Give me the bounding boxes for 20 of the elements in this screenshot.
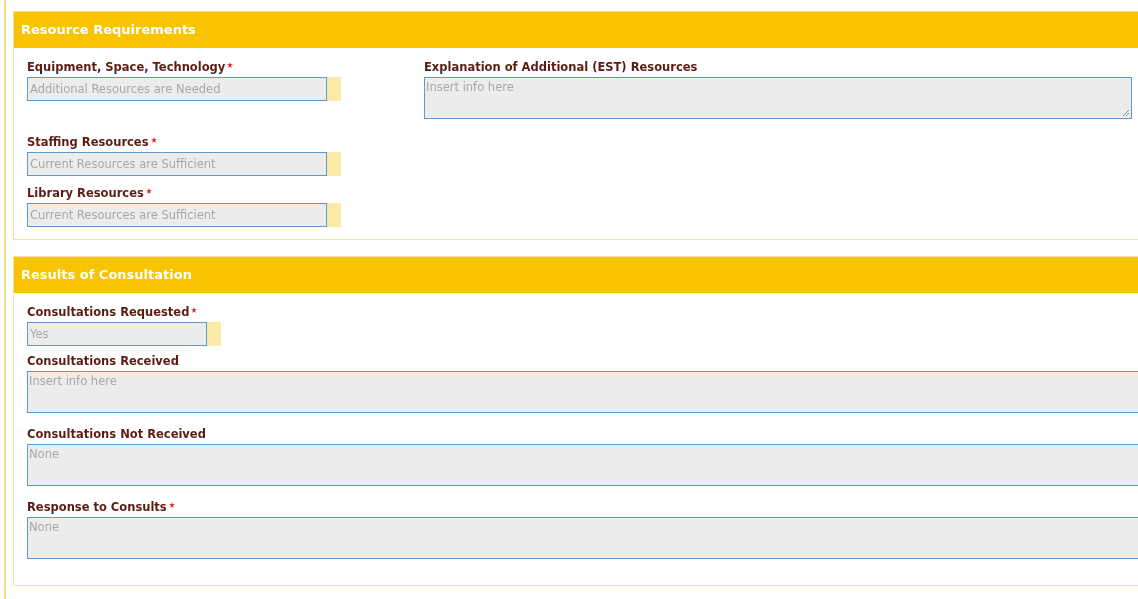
text-area[interactable]: None: [27, 444, 1138, 486]
required-icon: [168, 502, 175, 508]
text-area[interactable]: None: [27, 517, 1138, 559]
required-icon: [150, 137, 157, 143]
required-icon: [191, 307, 198, 313]
field-label: Consultations Received: [27, 354, 179, 368]
field-label: Response to Consults: [27, 500, 167, 514]
required-icon: [145, 188, 152, 194]
required-icon: [227, 62, 234, 68]
field-label: Consultations Not Received: [27, 427, 206, 441]
resize-grip-icon[interactable]: [1122, 109, 1130, 117]
text-area[interactable]: Insert info here: [424, 77, 1132, 119]
section-header: Results of Consultation: [14, 257, 1138, 293]
field-label: Library Resources: [27, 186, 144, 200]
field-label: Explanation of Additional (EST) Resources: [424, 60, 698, 74]
field-label: Equipment, Space, Technology: [27, 60, 226, 74]
section-header: Resource Requirements: [14, 12, 1138, 48]
field-label: Staffing Resources: [27, 135, 149, 149]
field-label: Consultations Requested: [27, 305, 190, 319]
text-area[interactable]: Insert info here: [27, 371, 1138, 413]
